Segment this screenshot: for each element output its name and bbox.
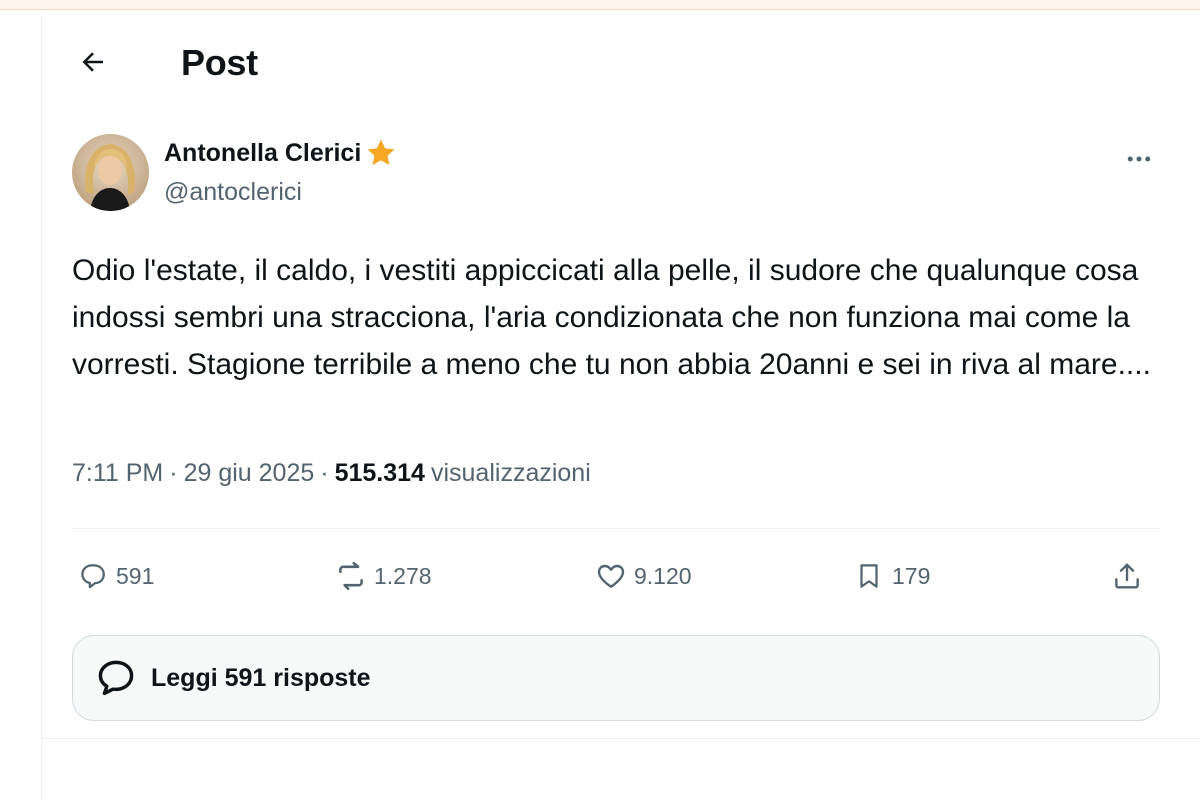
author-name[interactable]: Antonella Clerici	[164, 137, 361, 169]
read-replies-label: Leggi 591 risposte	[151, 663, 371, 692]
star-icon	[364, 136, 398, 170]
more-icon	[1124, 144, 1154, 179]
post-column: Post Antonella Clerici @antoclerici Odio…	[42, 11, 1200, 800]
arrow-left-icon	[78, 47, 108, 82]
reply-count: 591	[116, 563, 155, 589]
reply-icon	[72, 555, 114, 597]
author-name-row: Antonella Clerici	[164, 137, 398, 169]
action-bar: 591 1.278 9.120 179	[72, 551, 1160, 601]
reply-button[interactable]: 591	[72, 551, 154, 601]
tweet-date[interactable]: 29 giu 2025	[184, 456, 315, 490]
repost-button[interactable]: 1.278	[330, 551, 432, 601]
views-count: 515.314	[334, 459, 425, 487]
more-options-button[interactable]	[1119, 141, 1159, 181]
author-handle[interactable]: @antoclerici	[164, 177, 302, 207]
page-title: Post	[181, 42, 258, 83]
tweet-text: Odio l'estate, il caldo, i vestiti appic…	[72, 254, 1151, 381]
post-header: Post	[42, 11, 1200, 113]
left-gutter	[0, 11, 42, 800]
read-replies-button[interactable]: Leggi 591 risposte	[72, 635, 1160, 721]
bookmark-count: 179	[892, 563, 931, 589]
repost-count: 1.278	[374, 563, 432, 589]
like-count: 9.120	[634, 563, 692, 589]
bottom-divider	[42, 738, 1200, 739]
heart-icon	[590, 555, 632, 597]
avatar[interactable]	[72, 134, 149, 211]
tweet-meta: 7:11 PM · 29 giu 2025 · 515.314 visualiz…	[72, 456, 591, 490]
bookmark-button[interactable]: 179	[848, 551, 930, 601]
repost-icon	[330, 555, 372, 597]
divider	[72, 528, 1160, 529]
views-label: visualizzazioni	[430, 459, 591, 487]
like-button[interactable]: 9.120	[590, 551, 692, 601]
chat-bubble-icon	[91, 653, 141, 703]
bookmark-icon	[848, 555, 890, 597]
back-button[interactable]	[72, 43, 114, 85]
share-icon	[1106, 555, 1148, 597]
tweet-time[interactable]: 7:11 PM	[72, 456, 163, 490]
meta-separator: ·	[169, 459, 178, 487]
top-strip	[0, 0, 1200, 10]
share-button[interactable]	[1106, 551, 1148, 601]
meta-separator: ·	[320, 459, 329, 487]
